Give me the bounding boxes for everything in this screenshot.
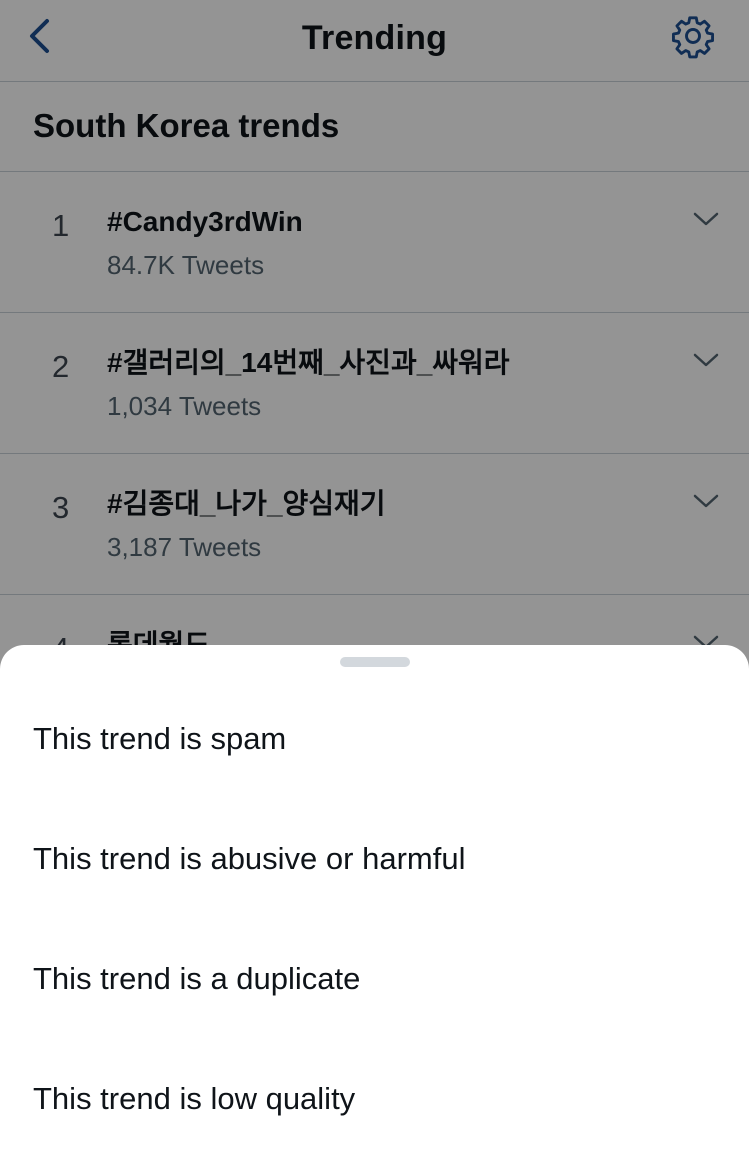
report-spam-option[interactable]: This trend is spam [0, 679, 749, 799]
report-duplicate-option[interactable]: This trend is a duplicate [0, 919, 749, 1039]
sheet-drag-handle[interactable] [340, 657, 410, 667]
report-abusive-option[interactable]: This trend is abusive or harmful [0, 799, 749, 919]
report-trend-sheet: This trend is spam This trend is abusive… [0, 645, 749, 1161]
report-low-quality-option[interactable]: This trend is low quality [0, 1039, 749, 1159]
